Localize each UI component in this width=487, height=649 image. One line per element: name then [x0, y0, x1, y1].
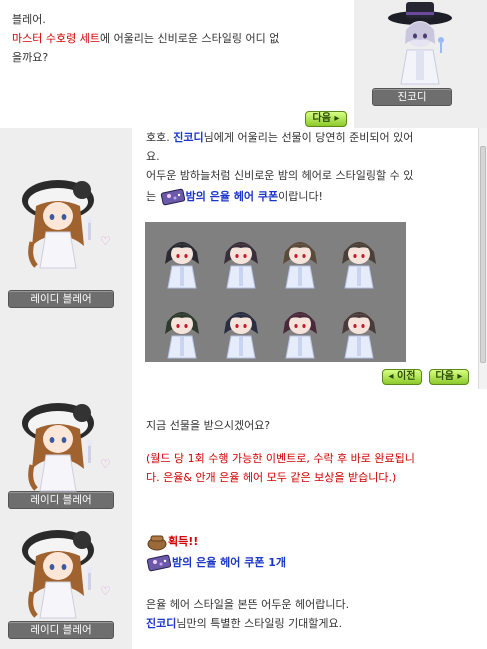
dialog-question: 지금 선물을 받으시겠어요?	[146, 419, 271, 432]
dialog-line: 요.	[146, 150, 160, 163]
scrollbar-thumb[interactable]	[480, 146, 486, 363]
dialog-text-area: 블레어. 마스터 수호령 세트에 어울리는 신비로운 스타일링 어디 없 을까요…	[0, 0, 354, 128]
dialog-line: 은율 헤어 스타일을 본뜬 어두운 헤어랍니다.	[146, 598, 350, 611]
npc-portrait-lady-blair	[14, 522, 114, 622]
dialog-line: 블레어.	[12, 13, 46, 26]
bag-icon	[147, 535, 167, 551]
next-button[interactable]: 다음 ▸	[305, 111, 347, 127]
event-note: (월드 당 1회 수행 가능한 이벤트로, 수락 후 바로 완료됩니	[146, 452, 415, 465]
dialog-line: 마스터 수호령 세트에 어울리는 신비로운 스타일링 어디 없	[12, 29, 279, 48]
npc-portrait-lady-blair	[14, 395, 114, 495]
reward-line: 밤의 은율 헤어 쿠폰 1개	[146, 551, 286, 575]
acquire-line: 획득!!	[146, 532, 286, 551]
hair-style-preview	[277, 230, 323, 289]
next-button[interactable]: 다음 ▸	[429, 369, 469, 385]
acquire-label: 획득!!	[168, 535, 199, 548]
scrollbar[interactable]	[478, 128, 487, 389]
npc-name-tag: 진코디	[372, 88, 452, 106]
dialog-panel-1: 블레어. 마스터 수호령 세트에 어울리는 신비로운 스타일링 어디 없 을까요…	[0, 0, 487, 128]
dialog-line: 어두운 밤하늘처럼 신비로운 밤의 헤어로 스타일링할 수 있	[146, 169, 414, 182]
event-note: 다. 은율& 안개 은율 헤어 모두 같은 보상을 받습니다.)	[146, 471, 397, 484]
coupon-icon	[160, 188, 185, 206]
npc-portrait-jincody	[388, 2, 452, 85]
npc-name-tag: 레이디 블레어	[8, 290, 114, 308]
hair-style-preview	[336, 230, 382, 289]
dialog-text: 에 어울리는 신비로운 스타일링 어디 없	[99, 32, 280, 45]
npc-portrait-lady-blair	[14, 172, 114, 272]
dialog-text-area: 획득!! 밤의 은율 헤어 쿠폰 1개 은율 헤어 스타일을 본뜬 어두운 헤어…	[132, 517, 487, 649]
hair-style-preview	[218, 300, 264, 359]
reward-item: 밤의 은율 헤어 쿠폰 1개	[172, 556, 287, 569]
player-name: 진코디	[146, 617, 177, 630]
heart-icon: ♡	[100, 234, 111, 248]
dialog-line: 진코디님만의 특별한 스타일링 기대할게요.	[146, 617, 343, 630]
npc-name-tag: 레이디 블레어	[8, 621, 114, 639]
dialog-line: 호호. 진코디님에게 어울리는 선물이 당연히 준비되어 있어	[146, 131, 414, 144]
hair-preview-grid	[145, 222, 406, 362]
hair-style-preview	[336, 300, 382, 359]
hair-style-preview	[218, 230, 264, 289]
heart-icon: ♡	[100, 457, 111, 471]
dialog-line: 을까요?	[12, 51, 49, 64]
hair-style-preview	[277, 300, 323, 359]
coupon-icon	[146, 554, 172, 572]
item-set-name: 마스터 수호령 세트	[12, 32, 100, 45]
hair-style-preview	[159, 300, 205, 359]
player-name: 진코디	[173, 131, 204, 144]
dialog-text-area: 지금 선물을 받으시겠어요? (월드 당 1회 수행 가능한 이벤트로, 수락 …	[132, 389, 487, 517]
heart-icon: ♡	[100, 584, 111, 598]
dialog-line: 는 밤의 은율 헤어 쿠폰이랍니다!	[146, 185, 413, 209]
dialog-text-area: 호호. 진코디님에게 어울리는 선물이 당연히 준비되어 있어 요. 어두운 밤…	[132, 128, 487, 389]
hair-style-preview	[159, 230, 205, 289]
prev-button[interactable]: ◂ 이전	[382, 369, 422, 385]
item-name: 밤의 은율 헤어 쿠폰	[185, 190, 279, 203]
